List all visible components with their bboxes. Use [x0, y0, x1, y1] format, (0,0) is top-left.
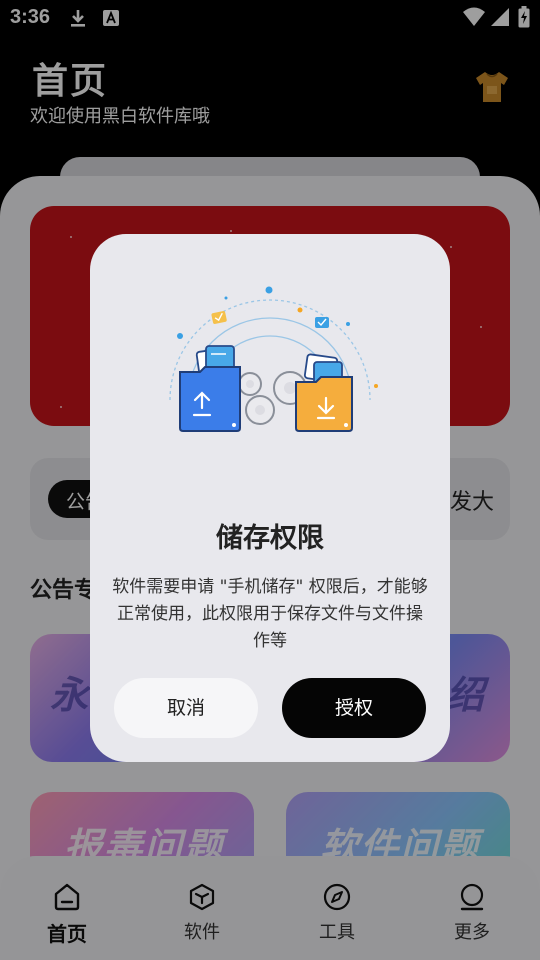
- permission-dialog: 储存权限 软件需要申请 "手机储存" 权限后，才能够正常使用，此权限用于保存文件…: [90, 234, 450, 762]
- dialog-title: 储存权限: [216, 523, 324, 554]
- cancel-button[interactable]: 取消: [114, 678, 258, 738]
- authorize-button[interactable]: 授权: [282, 678, 426, 738]
- storage-illustration: [169, 286, 378, 432]
- dialog-message: 软件需要申请 "手机储存" 权限后，才能够正常使用，此权限用于保存文件与文件操作…: [112, 577, 428, 651]
